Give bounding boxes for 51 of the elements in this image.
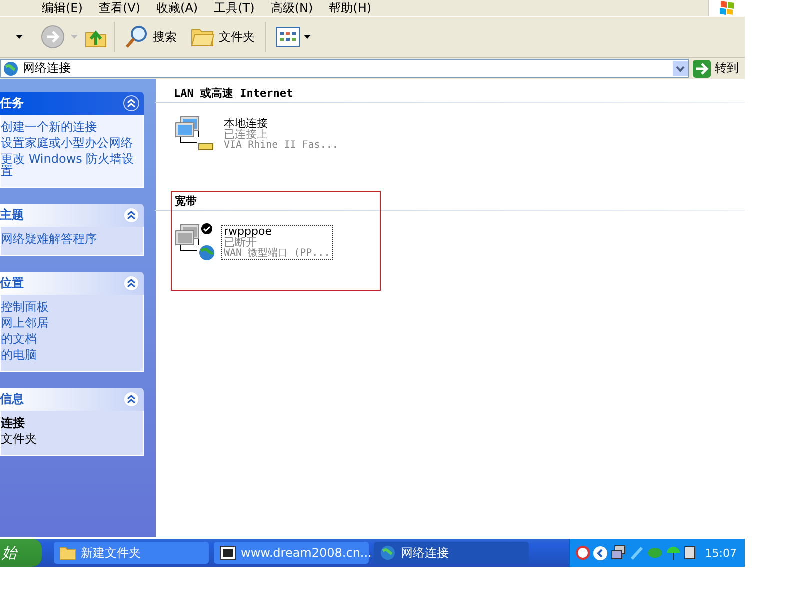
panel-title: 位置 [0,275,24,292]
address-field[interactable]: 网络连接 [0,59,689,78]
task-link[interactable]: 更改 Windows 防火墙设置 [1,153,141,177]
task-link[interactable]: 的文档 [1,333,141,345]
menu-item[interactable]: 帮助(H) [321,0,380,16]
window-icon [220,546,236,560]
taskbar-button[interactable]: 新建文件夹 [54,542,209,564]
panel-title: 主题 [0,207,24,224]
group-heading: LAN 或高速 Internet [173,86,294,102]
group-heading: 宽带 [174,194,198,210]
taskbar-button[interactable]: www.dream2008.cn... [214,542,369,564]
connection-item[interactable]: rwpppoe 已断开 WAN 微型端口 (PP... [221,224,334,260]
menu-item[interactable]: 高级(N) [262,0,322,16]
menu-item[interactable]: 收藏(A) [148,0,206,16]
network-computers-icon [175,223,215,261]
windows-logo-icon [719,0,735,15]
collapse-chevron-icon[interactable] [123,95,140,112]
caret-down-icon [304,35,311,39]
search-icon [125,25,149,49]
go-button[interactable]: 转到 [689,60,745,78]
globe-icon [3,60,19,76]
menu-item[interactable]: 查看(V) [90,0,149,16]
grid-view-icon [276,27,300,47]
monitor-icon[interactable] [684,546,696,560]
task-link[interactable]: 的电脑 [1,349,141,361]
network-computers-icon[interactable] [611,545,628,561]
collapse-chevron-icon[interactable] [123,275,140,292]
task-link[interactable]: 设置家庭或小型办公网络 [1,137,141,149]
menu-item[interactable]: 工具(T) [206,0,263,16]
caret-down-icon[interactable] [16,35,23,39]
circle-icon[interactable] [576,546,590,560]
taskbar-button[interactable]: 网络连接 [374,542,529,564]
task-link[interactable]: 创建一个新的连接 [1,121,141,133]
details-text: 连接 [1,417,26,429]
details-text: 文件夹 [1,433,38,445]
task-link[interactable]: 控制面板 [1,301,141,313]
umbrella-icon[interactable] [666,546,682,560]
start-button[interactable]: 始 [0,539,42,567]
collapse-chevron-icon[interactable] [123,207,140,224]
menu-item[interactable]: 编辑(E) [34,0,91,16]
network-computers-icon [175,115,215,153]
task-link[interactable]: 网上邻居 [1,317,141,329]
search-button[interactable]: 搜索 [121,23,181,51]
connection-item[interactable]: 本地连接 已连接上 VIA Rhine II Fas... [221,116,342,152]
collapse-chevron-icon[interactable] [123,391,140,408]
clock: 15:07 [705,546,737,560]
globe-icon [380,545,396,561]
folder-icon [60,546,76,560]
chevron-left-icon[interactable] [593,546,608,560]
folders-button[interactable]: 文件夹 [187,24,259,50]
panel-title: 信息 [0,391,24,408]
